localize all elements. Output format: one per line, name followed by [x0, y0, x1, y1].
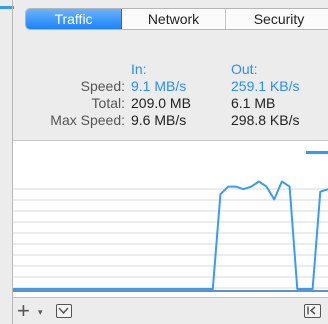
total-label: Total: [91, 95, 125, 111]
max-speed-in-value: 9.6 MB/s [131, 112, 187, 128]
total-in-value: 209.0 MB [131, 95, 191, 111]
tab-traffic[interactable]: Traffic [26, 9, 122, 29]
speed-in-value: 9.1 MB/s [131, 78, 187, 94]
tab-bar: Traffic Network Security [25, 8, 328, 30]
add-button[interactable]: + [17, 300, 30, 322]
max-speed-out-value: 298.8 KB/s [231, 112, 300, 128]
graph-grid [13, 188, 328, 289]
graph-marker [306, 151, 328, 154]
max-speed-label: Max Speed: [50, 112, 125, 128]
tab-network[interactable]: Network [122, 9, 226, 29]
bottom-toolbar: + ▾ [13, 297, 328, 324]
collapse-arrow-icon [307, 306, 316, 315]
traffic-window: Traffic Network Security In: Out: Speed:… [0, 0, 328, 324]
speed-label: Speed: [80, 78, 125, 94]
graph-in-line [13, 180, 328, 290]
speed-out-value: 259.1 KB/s [231, 78, 300, 94]
chevron-down-box-icon[interactable] [56, 304, 72, 318]
chevron-down-icon [58, 307, 69, 315]
traffic-graph-plot [13, 151, 328, 292]
traffic-stats: In: Out: Speed: 9.1 MB/s 259.1 KB/s Tota… [13, 31, 328, 140]
add-dropdown-icon[interactable]: ▾ [38, 307, 43, 318]
collapse-sidebar-icon[interactable] [304, 304, 321, 318]
tab-security[interactable]: Security [226, 9, 328, 29]
out-column-header: Out: [231, 61, 258, 77]
total-out-value: 6.1 MB [231, 95, 276, 111]
in-column-header: In: [131, 61, 147, 77]
traffic-graph [13, 140, 328, 297]
